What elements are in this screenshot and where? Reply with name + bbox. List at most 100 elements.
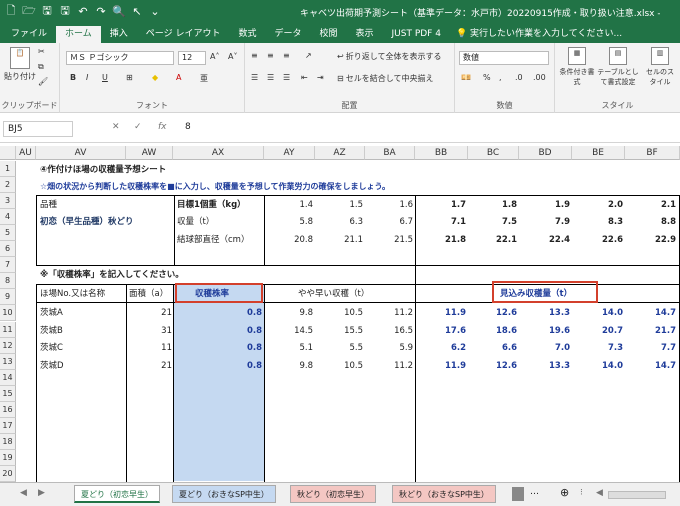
harvest-value-cell[interactable]: 11.9	[422, 305, 466, 321]
column-header-av[interactable]: AV	[36, 146, 126, 160]
align-center-button[interactable]: ☰	[267, 73, 274, 82]
insert-function-icon[interactable]: fx	[158, 122, 167, 132]
value-cell[interactable]: 2.0	[579, 197, 623, 213]
borders-button[interactable]: ⊞	[126, 73, 133, 82]
column-header-ax[interactable]: AX	[173, 146, 264, 160]
harvest-value-cell[interactable]: 12.6	[473, 305, 517, 321]
variety-label[interactable]: 品種	[40, 197, 57, 213]
value-cell[interactable]: 1.4	[269, 197, 313, 213]
comma-button[interactable]: ,	[499, 73, 502, 82]
expected-harvest-header[interactable]: 見込み収穫量（t）	[500, 286, 572, 302]
row-header-11[interactable]: 11	[0, 321, 16, 338]
value-cell[interactable]: 2.1	[632, 197, 676, 213]
underline-button[interactable]: U	[102, 73, 108, 82]
select-all-corner[interactable]	[0, 146, 16, 160]
formula-input[interactable]: 8	[185, 122, 191, 132]
value-cell[interactable]: 22.4	[526, 232, 570, 248]
value-cell[interactable]: 6.3	[319, 214, 363, 230]
value-cell[interactable]: 21.1	[319, 232, 363, 248]
add-sheet-icon[interactable]: ⊕	[560, 486, 569, 499]
row-header-13[interactable]: 13	[0, 353, 16, 370]
sheet-tab-summer-early[interactable]: 夏どり（初恋早生）	[74, 485, 160, 503]
sheet-title[interactable]: ④作付けほ場の収穫量予想シート	[40, 162, 166, 178]
pointer-icon[interactable]: ↖	[130, 4, 144, 18]
row-header-8[interactable]: 8	[0, 273, 16, 290]
wrap-text-button[interactable]: ↩ 折り返して全体を表示する	[337, 51, 441, 62]
row-header-12[interactable]: 12	[0, 337, 16, 354]
harvest-value-cell[interactable]: 7.0	[526, 340, 570, 356]
open-folder-icon[interactable]: 🗁	[22, 4, 36, 18]
value-cell[interactable]: 7.9	[526, 214, 570, 230]
sheet-subtitle[interactable]: ☆畑の状況から判断した収穫株率を■に入力し、収穫量を予想して作業労力の確保をしま…	[40, 179, 390, 195]
number-format-select[interactable]: 数値	[459, 51, 549, 65]
area-header[interactable]: 面積（a）	[129, 286, 168, 302]
italic-button[interactable]: I	[86, 73, 88, 82]
harvest-value-cell[interactable]: 7.3	[579, 340, 623, 356]
bottom-align-button[interactable]: ≡	[283, 51, 290, 60]
fill-color-button[interactable]: ◆	[152, 73, 158, 82]
harvest-value-cell[interactable]: 10.5	[319, 358, 363, 374]
harvest-value-cell[interactable]: 14.5	[269, 323, 313, 339]
phonetic-button[interactable]: 亜	[200, 73, 208, 84]
tab-0[interactable]: ファイル	[2, 26, 56, 43]
value-cell[interactable]: 8.3	[579, 214, 623, 230]
sheet-tab-autumn-early[interactable]: 秋どり（初恋早生）	[290, 485, 376, 503]
column-header-ba[interactable]: BA	[365, 146, 415, 160]
shrink-font-button[interactable]: A˅	[228, 52, 237, 61]
head-diameter-label[interactable]: 結球部直径（cm）	[177, 232, 249, 248]
cancel-icon[interactable]: ✕	[112, 122, 120, 132]
value-cell[interactable]: 22.9	[632, 232, 676, 248]
value-cell[interactable]: 5.8	[269, 214, 313, 230]
paste-button[interactable]: 📋 貼り付け	[4, 47, 36, 82]
early-harvest-header[interactable]: やや早い収穫（t）	[298, 286, 369, 302]
scroll-left-icon[interactable]: ◀	[596, 488, 603, 498]
tab-2[interactable]: 挿入	[101, 26, 137, 43]
value-cell[interactable]: 1.6	[369, 197, 413, 213]
cut-button[interactable]: ✂	[38, 47, 45, 56]
save-as-icon[interactable]: 🖫	[58, 4, 72, 18]
harvest-value-cell[interactable]: 11.2	[369, 305, 413, 321]
harvest-value-cell[interactable]: 18.6	[473, 323, 517, 339]
merge-center-button[interactable]: ⊟ セルを結合して中央揃え	[337, 73, 433, 84]
row-header-7[interactable]: 7	[0, 257, 16, 274]
area-cell[interactable]: 21	[126, 358, 172, 374]
harvest-rate-input[interactable]: 0.8	[174, 358, 262, 374]
decrease-decimal-button[interactable]: .00	[533, 73, 546, 82]
copy-button[interactable]: ⧉	[38, 62, 44, 72]
value-cell[interactable]: 22.1	[473, 232, 517, 248]
field-name-cell[interactable]: 茨城A	[40, 305, 63, 321]
row-header-4[interactable]: 4	[0, 209, 16, 226]
area-cell[interactable]: 21	[126, 305, 172, 321]
format-painter-button[interactable]: 🖌	[38, 77, 48, 86]
name-box[interactable]: BJ5	[3, 121, 73, 137]
increase-decimal-button[interactable]: .0	[515, 73, 523, 82]
row-header-16[interactable]: 16	[0, 401, 16, 418]
harvest-rate-input[interactable]: 0.8	[174, 305, 262, 321]
harvest-value-cell[interactable]: 6.2	[422, 340, 466, 356]
value-cell[interactable]: 1.9	[526, 197, 570, 213]
harvest-rate-input[interactable]: 0.8	[174, 340, 262, 356]
harvest-value-cell[interactable]: 9.8	[269, 305, 313, 321]
harvest-value-cell[interactable]: 14.0	[579, 305, 623, 321]
yield-label[interactable]: 収量（t）	[177, 214, 214, 230]
cell-styles-button[interactable]: ▥ セルのスタイル	[643, 47, 677, 87]
harvest-value-cell[interactable]: 5.9	[369, 340, 413, 356]
column-header-bd[interactable]: BD	[519, 146, 572, 160]
harvest-value-cell[interactable]: 5.1	[269, 340, 313, 356]
row-header-6[interactable]: 6	[0, 241, 16, 258]
tab-8[interactable]: JUST PDF 4	[383, 26, 450, 43]
column-header-be[interactable]: BE	[572, 146, 625, 160]
tab-1[interactable]: ホーム	[56, 26, 101, 43]
column-header-bf[interactable]: BF	[625, 146, 680, 160]
tab-scroll-icon[interactable]: ⁝	[580, 488, 583, 498]
harvest-value-cell[interactable]: 14.7	[632, 305, 676, 321]
field-name-cell[interactable]: 茨城D	[40, 358, 64, 374]
harvest-value-cell[interactable]: 11.2	[369, 358, 413, 374]
row-header-20[interactable]: 20	[0, 465, 16, 482]
new-file-icon[interactable]: 🗋	[4, 4, 18, 18]
value-cell[interactable]: 1.8	[473, 197, 517, 213]
top-align-button[interactable]: ≡	[251, 51, 258, 60]
bold-button[interactable]: B	[70, 73, 76, 82]
value-cell[interactable]: 7.1	[422, 214, 466, 230]
undo-icon[interactable]: ↶	[76, 4, 90, 18]
